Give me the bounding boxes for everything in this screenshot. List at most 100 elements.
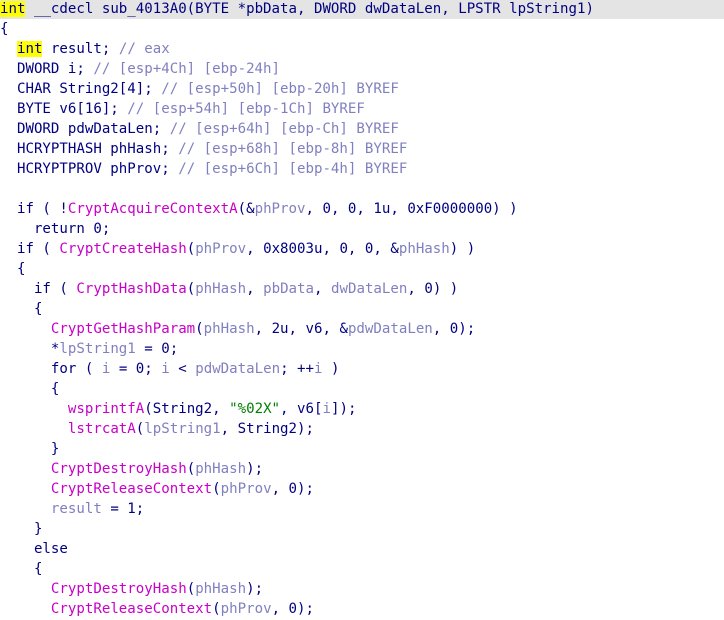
pseudocode-view[interactable]: int __cdecl sub_4013A0(BYTE *pbData, DWO… <box>0 0 724 620</box>
code-token-default[interactable]: ( <box>136 421 145 437</box>
code-token-local-variable[interactable]: phHash <box>399 241 450 257</box>
code-token-default[interactable]: CHAR String2[4]; <box>0 81 161 97</box>
code-token-default[interactable]: , 0) ) <box>407 281 458 297</box>
code-token-default[interactable] <box>0 421 68 437</box>
code-token-default[interactable]: { <box>0 261 26 277</box>
code-line[interactable]: CryptReleaseContext(phProv, 0); <box>0 599 314 619</box>
code-token-default[interactable]: ) <box>323 361 340 377</box>
code-token-default[interactable]: ); <box>246 581 263 597</box>
code-token-local-variable[interactable]: phHash <box>195 461 246 477</box>
code-token-default[interactable]: if ( <box>0 281 76 297</box>
code-token-local-variable[interactable]: lpString1 <box>59 341 135 357</box>
code-token-default[interactable]: ) ) <box>450 241 475 257</box>
code-token-function[interactable]: CryptReleaseContext <box>51 481 212 497</box>
code-line[interactable]: BYTE v6[16]; // [esp+54h] [ebp-1Ch] BYRE… <box>0 99 365 119</box>
code-token-default[interactable]: return 0; <box>0 221 110 237</box>
code-token-default[interactable]: ( <box>187 461 196 477</box>
code-token-default[interactable]: { <box>0 301 43 317</box>
code-token-default[interactable]: ( <box>212 601 221 617</box>
code-line[interactable]: for ( i = 0; i < pdwDataLen; ++i ) <box>0 359 340 379</box>
code-token-function[interactable]: CryptReleaseContext <box>51 601 212 617</box>
code-line[interactable]: wsprintfA(String2, "%02X", v6[i]); <box>0 399 357 419</box>
code-token-default[interactable] <box>0 401 68 417</box>
code-token-comment[interactable]: // [esp+4Ch] [ebp-24h] <box>93 61 280 77</box>
code-token-local-variable[interactable]: pbData <box>263 281 314 297</box>
code-token-function[interactable]: lstrcatA <box>68 421 136 437</box>
code-line[interactable]: } <box>0 439 60 459</box>
code-token-default[interactable]: , 2u, v6, & <box>255 321 348 337</box>
code-token-default[interactable] <box>0 501 51 517</box>
code-token-default[interactable]: , <box>314 281 331 297</box>
code-token-local-variable[interactable]: phProv <box>221 601 272 617</box>
code-token-default[interactable] <box>0 461 51 477</box>
code-token-default[interactable] <box>0 601 51 617</box>
code-line[interactable]: CryptDestroyHash(phHash); <box>0 579 263 599</box>
code-line[interactable]: } <box>0 519 43 539</box>
code-token-default[interactable]: ( <box>187 581 196 597</box>
code-token-function[interactable]: wsprintfA <box>68 401 144 417</box>
code-token-default[interactable]: , v6[ <box>280 401 322 417</box>
code-token-default[interactable]: DWORD i; <box>0 61 93 77</box>
code-token-default[interactable]: ( <box>195 321 204 337</box>
code-token-local-variable[interactable]: phHash <box>195 281 246 297</box>
code-token-default[interactable]: if ( ! <box>0 201 68 217</box>
code-token-default[interactable]: { <box>0 561 43 577</box>
code-token-default[interactable]: HCRYPTPROV phProv; <box>0 161 178 177</box>
code-line[interactable]: { <box>0 259 26 279</box>
code-token-local-variable[interactable]: i <box>314 361 323 377</box>
code-token-default[interactable]: = 1; <box>102 501 144 517</box>
code-token-default[interactable]: int <box>0 1 26 17</box>
code-line[interactable]: CHAR String2[4]; // [esp+50h] [ebp-20h] … <box>0 79 399 99</box>
code-line[interactable]: DWORD i; // [esp+4Ch] [ebp-24h] <box>0 59 280 79</box>
code-token-default[interactable]: * <box>0 341 60 357</box>
code-token-local-variable[interactable]: phProv <box>255 201 306 217</box>
code-token-local-variable[interactable]: phHash <box>204 321 255 337</box>
code-line[interactable]: { <box>0 19 9 39</box>
code-token-default[interactable]: (& <box>238 201 255 217</box>
code-line[interactable]: result = 1; <box>0 499 144 519</box>
code-token-default[interactable]: DWORD pdwDataLen; <box>0 121 170 137</box>
code-token-default[interactable]: } <box>0 521 43 537</box>
code-token-function[interactable]: CryptCreateHash <box>59 241 186 257</box>
code-token-comment[interactable]: // [esp+6Ch] [ebp-4h] BYREF <box>178 161 407 177</box>
code-line[interactable]: if ( CryptCreateHash(phProv, 0x8003u, 0,… <box>0 239 475 259</box>
code-token-default[interactable]: ); <box>246 461 263 477</box>
code-line[interactable]: CryptReleaseContext(phProv, 0); <box>0 479 314 499</box>
code-token-default[interactable]: HCRYPTHASH phHash; <box>0 141 178 157</box>
code-token-default[interactable]: __cdecl sub_4013A0(BYTE *pbData, DWORD d… <box>25 1 594 17</box>
code-token-default[interactable]: ; ++ <box>280 361 314 377</box>
code-line[interactable]: CryptDestroyHash(phHash); <box>0 459 263 479</box>
code-line[interactable]: CryptGetHashParam(phHash, 2u, v6, &pdwDa… <box>0 319 475 339</box>
code-token-function[interactable]: CryptGetHashParam <box>51 321 195 337</box>
code-line[interactable]: else <box>0 539 68 559</box>
code-token-default[interactable]: , 0); <box>272 601 314 617</box>
code-token-local-variable[interactable]: pdwDataLen <box>195 361 280 377</box>
code-token-default[interactable]: if ( <box>0 241 59 257</box>
code-token-comment[interactable]: // eax <box>119 41 170 57</box>
code-line[interactable]: DWORD pdwDataLen; // [esp+64h] [ebp-Ch] … <box>0 119 399 139</box>
code-token-local-variable[interactable]: phProv <box>221 481 272 497</box>
code-line[interactable]: HCRYPTPROV phProv; // [esp+6Ch] [ebp-4h]… <box>0 159 407 179</box>
code-token-default[interactable]: { <box>0 21 9 37</box>
code-line[interactable]: { <box>0 299 43 319</box>
code-token-comment[interactable]: // [esp+54h] [ebp-1Ch] BYREF <box>127 101 365 117</box>
code-token-default[interactable]: ( <box>212 481 221 497</box>
code-token-default[interactable]: int <box>16 41 43 57</box>
code-token-default[interactable] <box>0 321 51 337</box>
code-token-default[interactable]: (String2, <box>144 401 229 417</box>
code-token-default[interactable]: for ( <box>0 361 102 377</box>
code-line[interactable]: HCRYPTHASH phHash; // [esp+68h] [ebp-8h]… <box>0 139 407 159</box>
code-token-default[interactable]: = 0; <box>110 361 161 377</box>
code-token-default[interactable]: , 0); <box>272 481 314 497</box>
code-token-comment[interactable]: // [esp+68h] [ebp-8h] BYREF <box>178 141 407 157</box>
code-token-local-variable[interactable]: phHash <box>195 581 246 597</box>
code-token-local-variable[interactable]: i <box>322 401 331 417</box>
code-token-default[interactable]: , String2); <box>221 421 314 437</box>
code-token-default[interactable]: else <box>0 541 68 557</box>
code-line[interactable]: int result; // eax <box>0 39 170 59</box>
code-token-local-variable[interactable]: lpString1 <box>144 421 220 437</box>
code-token-string[interactable]: "%02X" <box>229 401 280 417</box>
code-token-default[interactable]: , <box>246 281 263 297</box>
code-line[interactable]: if ( !CryptAcquireContextA(&phProv, 0, 0… <box>0 199 518 219</box>
code-token-comment[interactable]: // [esp+50h] [ebp-20h] BYREF <box>161 81 399 97</box>
